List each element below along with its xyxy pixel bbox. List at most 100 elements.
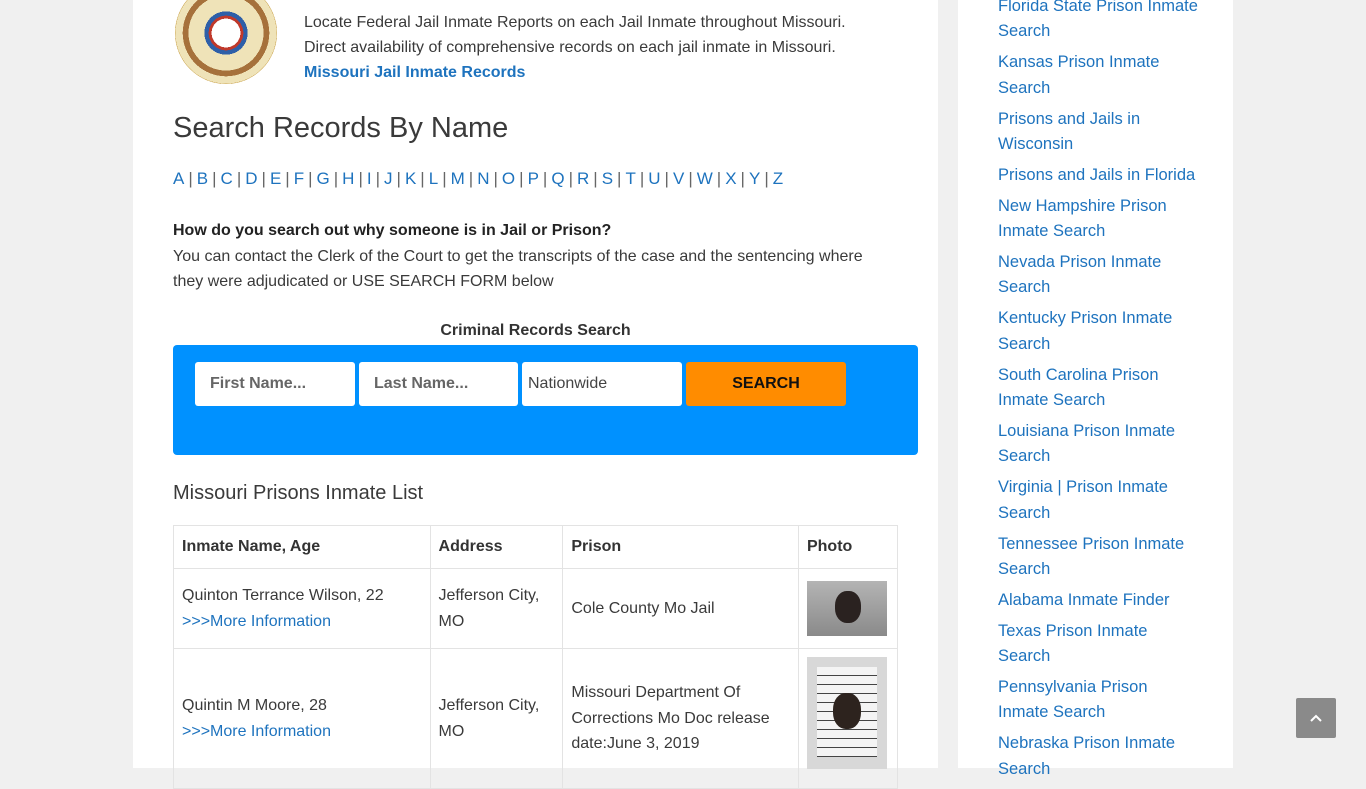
sidebar-item: South Carolina Prison Inmate Search: [998, 363, 1198, 414]
alpha-separator: |: [593, 169, 598, 188]
faq-question: How do you search out why someone is in …: [173, 222, 612, 239]
header-address: Address: [429, 525, 564, 569]
sidebar-link[interactable]: Virginia | Prison Inmate Search: [998, 478, 1168, 521]
sidebar-link[interactable]: New Hampshire Prison Inmate Search: [998, 197, 1167, 240]
more-information-link[interactable]: >>>More Information: [182, 613, 331, 630]
inmate-name: Quinton Terrance Wilson, 22: [182, 587, 384, 604]
more-information-link[interactable]: >>>More Information: [182, 723, 331, 740]
location-input[interactable]: Nationwide: [522, 362, 682, 406]
alpha-link-t[interactable]: T: [625, 169, 635, 188]
alpha-link-s[interactable]: S: [602, 169, 613, 188]
sidebar-item: Nevada Prison Inmate Search: [998, 250, 1198, 301]
intro-line-1: Locate Federal Jail Inmate Reports on ea…: [304, 14, 846, 31]
alpha-link-c[interactable]: C: [221, 169, 233, 188]
header-photo: Photo: [797, 525, 899, 569]
first-name-input[interactable]: First Name...: [195, 362, 355, 406]
sidebar-item: Kentucky Prison Inmate Search: [998, 306, 1198, 357]
sidebar-links: Florida State Prison Inmate Search Kansas…: [998, 0, 1198, 788]
alpha-separator: |: [639, 169, 645, 188]
alpha-link-v[interactable]: V: [673, 169, 684, 188]
main-content: Locate Federal Jail Inmate Reports on ea…: [133, 0, 938, 789]
sidebar-link[interactable]: Prisons and Jails in Wisconsin: [998, 110, 1140, 153]
sidebar-link[interactable]: Kansas Prison Inmate Search: [998, 53, 1159, 96]
sidebar-link[interactable]: Texas Prison Inmate Search: [998, 622, 1147, 665]
alpha-separator: |: [568, 169, 573, 188]
search-form-title: Criminal Records Search: [440, 322, 631, 339]
alpha-separator: |: [764, 169, 769, 188]
alpha-link-q[interactable]: Q: [551, 169, 564, 188]
inmate-photo[interactable]: [806, 657, 887, 769]
alpha-separator: |: [468, 169, 474, 188]
alpha-link-i[interactable]: I: [367, 169, 372, 188]
alpha-link-e[interactable]: E: [270, 169, 281, 188]
alpha-link-k[interactable]: K: [405, 169, 416, 188]
alpha-link-n[interactable]: N: [477, 169, 489, 188]
header-prison: Prison: [562, 525, 799, 569]
alpha-link-f[interactable]: F: [294, 169, 304, 188]
alpha-link-a[interactable]: A: [173, 169, 184, 188]
sidebar-item: Alabama Inmate Finder: [998, 588, 1198, 613]
alpha-link-g[interactable]: G: [317, 169, 330, 188]
sidebar-link[interactable]: Kentucky Prison Inmate Search: [998, 309, 1172, 352]
sidebar-link[interactable]: Nebraska Prison Inmate Search: [998, 734, 1175, 777]
alpha-separator: |: [333, 169, 339, 188]
inmate-list-title: Missouri Prisons Inmate List: [173, 482, 424, 504]
table-header-row: Inmate Name, Age Address Prison Photo: [173, 525, 899, 569]
alpha-separator: |: [442, 169, 447, 188]
inmate-name-cell: Quinton Terrance Wilson, 22 >>>More Info…: [173, 568, 431, 649]
missouri-seal-icon: [175, 0, 277, 84]
sidebar-link[interactable]: Louisiana Prison Inmate Search: [998, 422, 1175, 465]
sidebar-item: Prisons and Jails in Florida: [998, 163, 1198, 188]
alpha-separator: |: [396, 169, 401, 188]
sidebar-link[interactable]: Nevada Prison Inmate Search: [998, 253, 1161, 296]
sidebar-link[interactable]: South Carolina Prison Inmate Search: [998, 366, 1159, 409]
faq-answer: You can contact the Clerk of the Court t…: [173, 247, 863, 291]
alpha-link-h[interactable]: H: [342, 169, 354, 188]
alpha-link-u[interactable]: U: [648, 169, 660, 188]
faq-section: How do you search out why someone is in …: [173, 218, 893, 295]
sidebar-link[interactable]: Alabama Inmate Finder: [998, 591, 1170, 609]
alpha-link-z[interactable]: Z: [773, 169, 783, 188]
sidebar-link[interactable]: Pennsylvania Prison Inmate Search: [998, 678, 1148, 721]
alpha-separator: |: [212, 169, 217, 188]
sidebar-item: Nebraska Prison Inmate Search: [998, 731, 1198, 782]
sidebar-link[interactable]: Florida State Prison Inmate Search: [998, 0, 1198, 40]
alpha-link-l[interactable]: L: [429, 169, 438, 188]
alpha-link-p[interactable]: P: [528, 169, 539, 188]
alpha-link-w[interactable]: W: [697, 169, 713, 188]
inmate-photo[interactable]: [806, 581, 887, 636]
sidebar-item: Pennsylvania Prison Inmate Search: [998, 675, 1198, 726]
alpha-link-r[interactable]: R: [577, 169, 589, 188]
back-to-top-button[interactable]: [1296, 698, 1336, 738]
sidebar-link[interactable]: Prisons and Jails in Florida: [998, 166, 1195, 184]
alpha-link-b[interactable]: B: [197, 169, 208, 188]
alpha-separator: |: [375, 169, 381, 188]
search-form: First Name... Last Name... Nationwide SE…: [173, 345, 918, 455]
alpha-link-o[interactable]: O: [502, 169, 515, 188]
sidebar-item: Virginia | Prison Inmate Search: [998, 475, 1198, 526]
inmate-table: Inmate Name, Age Address Prison Photo Qu…: [173, 525, 899, 789]
missouri-jail-records-link[interactable]: Missouri Jail Inmate Records: [304, 64, 525, 81]
sidebar-item: Kansas Prison Inmate Search: [998, 50, 1198, 101]
alpha-link-d[interactable]: D: [245, 169, 257, 188]
alpha-link-x[interactable]: X: [725, 169, 736, 188]
header-name: Inmate Name, Age: [173, 525, 431, 569]
alphabet-nav: A | B | C | D | E | F | G | H | I | J | K | L | M | N | O | P | Q | R | S | T |…: [173, 169, 783, 189]
sidebar-link[interactable]: Tennessee Prison Inmate Search: [998, 535, 1184, 578]
sidebar-item: Tennessee Prison Inmate Search: [998, 532, 1198, 583]
alpha-separator: |: [358, 169, 363, 188]
table-row: Quinton Terrance Wilson, 22 >>>More Info…: [173, 568, 899, 649]
sidebar: Florida State Prison Inmate Search Kansas…: [958, 0, 1233, 778]
page-title: Search Records By Name: [173, 112, 509, 144]
alpha-link-y[interactable]: Y: [749, 169, 760, 188]
inmate-address: Jefferson City, MO: [429, 568, 564, 649]
sidebar-item: Louisiana Prison Inmate Search: [998, 419, 1198, 470]
alpha-separator: |: [617, 169, 622, 188]
alpha-separator: |: [261, 169, 266, 188]
alpha-separator: |: [519, 169, 524, 188]
alpha-link-j[interactable]: J: [384, 169, 393, 188]
search-button[interactable]: SEARCH: [686, 362, 846, 406]
alpha-separator: |: [716, 169, 722, 188]
last-name-input[interactable]: Last Name...: [359, 362, 518, 406]
alpha-link-m[interactable]: M: [451, 169, 465, 188]
